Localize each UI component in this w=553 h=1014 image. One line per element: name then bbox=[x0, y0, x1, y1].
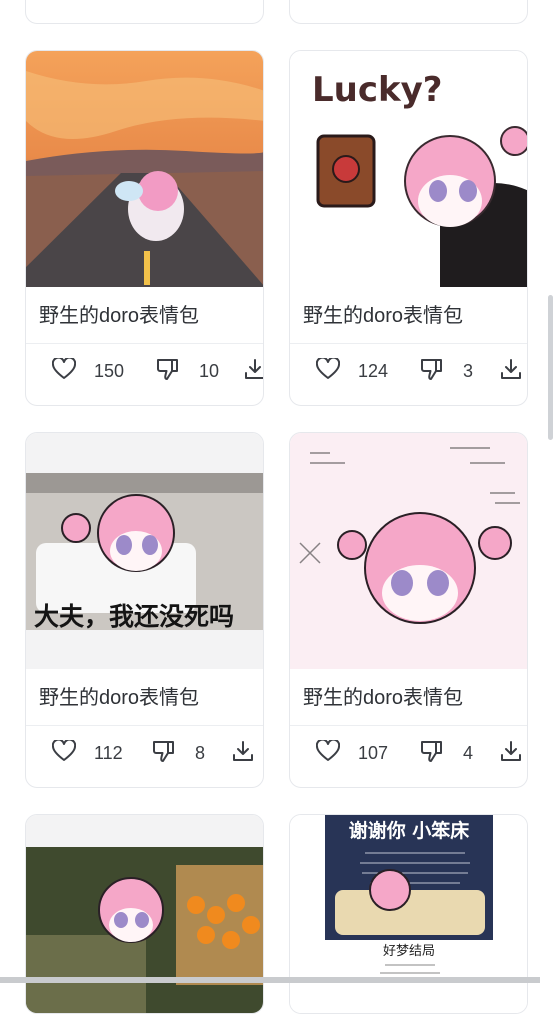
meme-card[interactable]: 野生的doro表情包 150 10 bbox=[25, 50, 264, 406]
lucky-text: Lucky? bbox=[312, 70, 443, 110]
thumbs-down-icon[interactable] bbox=[152, 739, 176, 768]
card-partial-top-left[interactable] bbox=[25, 0, 264, 24]
meme-image[interactable]: Lucky? bbox=[290, 51, 527, 287]
like-count: 107 bbox=[358, 743, 389, 763]
vertical-scrollbar[interactable] bbox=[548, 295, 553, 440]
card-title: 野生的doro表情包 bbox=[303, 687, 464, 709]
card-actions: 112 8 bbox=[26, 726, 263, 786]
heart-outline-icon[interactable] bbox=[315, 738, 341, 767]
dislike-count: 3 bbox=[463, 361, 474, 381]
meme-card[interactable] bbox=[25, 814, 264, 1014]
meme-card[interactable]: 大夫，我还没死吗 野生的doro表情包 112 8 bbox=[25, 432, 264, 788]
meme-card[interactable]: 谢谢你 小笨床 好梦结局 bbox=[289, 814, 528, 1014]
meme-image[interactable]: 谢谢你 小笨床 好梦结局 bbox=[290, 815, 527, 1013]
dislike-count: 8 bbox=[195, 743, 206, 763]
heart-outline-icon[interactable] bbox=[51, 738, 77, 767]
image-title: 谢谢你 小笨床 bbox=[349, 819, 470, 842]
image-caption: 大夫，我还没死吗 bbox=[34, 602, 234, 631]
card-title: 野生的doro表情包 bbox=[39, 305, 200, 327]
dislike-count: 10 bbox=[199, 361, 220, 381]
like-count: 112 bbox=[94, 743, 123, 763]
card-actions: 150 10 bbox=[26, 344, 263, 404]
thumbs-down-icon[interactable] bbox=[420, 357, 444, 386]
download-icon[interactable] bbox=[500, 358, 522, 385]
card-actions: 107 4 bbox=[290, 726, 527, 786]
image-subtitle: 好梦结局 bbox=[383, 944, 435, 959]
horizontal-scrollbar[interactable] bbox=[0, 977, 540, 983]
download-icon[interactable] bbox=[244, 358, 263, 385]
like-count: 150 bbox=[94, 361, 125, 381]
card-title: 野生的doro表情包 bbox=[303, 305, 464, 327]
like-count: 124 bbox=[358, 361, 389, 381]
meme-image[interactable] bbox=[26, 815, 263, 1013]
card-actions: 124 3 bbox=[290, 344, 527, 404]
card-title: 野生的doro表情包 bbox=[39, 687, 200, 709]
heart-outline-icon[interactable] bbox=[51, 356, 77, 385]
download-icon[interactable] bbox=[500, 740, 522, 767]
dislike-count: 4 bbox=[463, 743, 474, 763]
thumbs-down-icon[interactable] bbox=[420, 739, 444, 768]
meme-image[interactable] bbox=[290, 433, 527, 669]
download-icon[interactable] bbox=[232, 740, 254, 767]
meme-card[interactable]: 野生的doro表情包 107 4 bbox=[289, 432, 528, 788]
meme-card[interactable]: Lucky? 野生的doro表情包 124 3 bbox=[289, 50, 528, 406]
card-partial-top-right[interactable] bbox=[289, 0, 528, 24]
thumbs-down-icon[interactable] bbox=[156, 357, 180, 386]
meme-image[interactable] bbox=[26, 51, 263, 287]
heart-outline-icon[interactable] bbox=[315, 356, 341, 385]
meme-image[interactable]: 大夫，我还没死吗 bbox=[26, 433, 263, 669]
